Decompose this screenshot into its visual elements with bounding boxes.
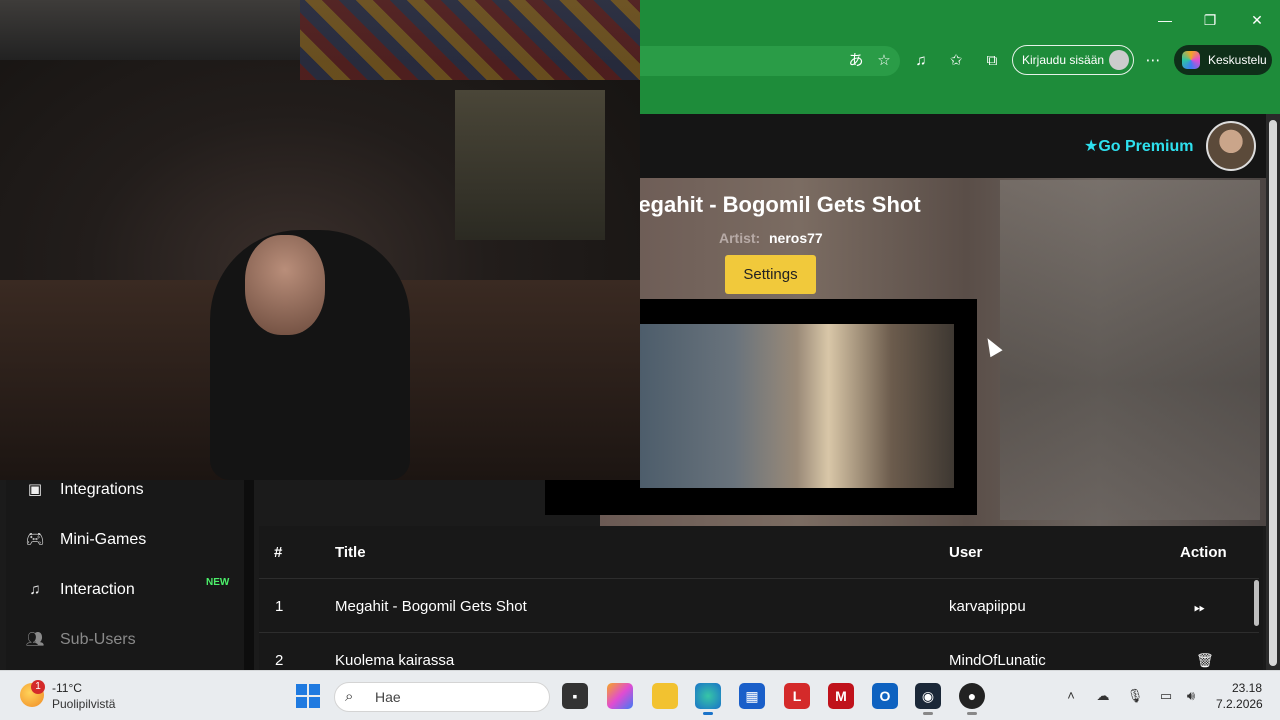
- steam-icon[interactable]: ◉: [915, 683, 941, 709]
- active-app-indicator: [703, 712, 713, 715]
- banner-background: [1000, 180, 1260, 520]
- row-user: MindOfLunatic: [949, 652, 1046, 669]
- taskbar: [0, 670, 1280, 720]
- column-header-action: Action: [1180, 544, 1227, 561]
- sidebar-item-label: Sub-Users: [60, 631, 136, 648]
- webcam-overlay: [0, 0, 640, 480]
- page-banner: [600, 82, 1280, 114]
- minimize-icon[interactable]: —: [1153, 8, 1177, 32]
- sidebar-item-sub-users[interactable]: 👥︎ Sub-Users: [24, 628, 136, 652]
- avatar[interactable]: [1206, 121, 1256, 171]
- webcam-window: [455, 90, 605, 240]
- row-title: Megahit - Bogomil Gets Shot: [335, 598, 527, 615]
- row-divider: [259, 578, 1259, 579]
- search-icon: ⌕: [345, 688, 354, 705]
- volume-icon[interactable]: 🔊︎: [1182, 687, 1200, 705]
- onedrive-icon[interactable]: ☁: [1094, 687, 1112, 705]
- favorite-star-icon[interactable]: ☆: [873, 50, 895, 72]
- artist-label: Artist:: [719, 230, 761, 246]
- song-title: Megahit - Bogomil Gets Shot: [620, 192, 921, 217]
- sidebar-divider: [244, 480, 254, 670]
- column-header-user: User: [949, 544, 983, 561]
- users-icon: 👥︎: [25, 631, 45, 648]
- sidebar-item-integrations[interactable]: ▣ Integrations: [24, 478, 144, 502]
- copilot-icon: [1182, 51, 1200, 69]
- clock-time[interactable]: 23.18: [1232, 681, 1262, 695]
- edge-browser-icon[interactable]: [695, 683, 721, 709]
- integrations-icon: ▣: [27, 481, 43, 498]
- mcafee-icon[interactable]: M: [828, 683, 854, 709]
- music-note-icon: ♫: [29, 581, 41, 598]
- read-aloud-icon[interactable]: あ: [845, 50, 867, 72]
- collections-icon[interactable]: ⧉: [981, 50, 1003, 72]
- webcam-tapestry: [300, 0, 640, 80]
- new-badge: NEW: [206, 577, 230, 588]
- weather-badge: 1: [31, 680, 45, 694]
- weather-description[interactable]: Puolipilvistä: [52, 697, 115, 711]
- row-user: karvapiippu: [949, 598, 1026, 615]
- video-thumbnail: [640, 324, 954, 488]
- page-scrollbar-thumb[interactable]: [1269, 120, 1277, 666]
- outlook-icon[interactable]: O: [872, 683, 898, 709]
- network-icon[interactable]: ▭: [1157, 687, 1175, 705]
- signin-label: Kirjaudu sisään: [1022, 53, 1105, 67]
- favorites-icon[interactable]: ✩: [945, 50, 967, 72]
- sidebar-item-mini-games[interactable]: 🎮︎ Mini-Games: [24, 528, 146, 552]
- gamepad-icon: 🎮︎: [25, 531, 45, 548]
- file-explorer-icon[interactable]: [652, 683, 678, 709]
- store-icon[interactable]: ▦: [739, 683, 765, 709]
- chevron-up-icon[interactable]: ˄: [1062, 687, 1080, 705]
- settings-button[interactable]: Settings: [725, 255, 816, 294]
- column-header-title: Title: [335, 544, 366, 561]
- task-view-icon[interactable]: ▪: [562, 683, 588, 709]
- lenovo-app-icon[interactable]: L: [784, 683, 810, 709]
- row-number: 1: [275, 598, 284, 615]
- copilot-button[interactable]: Keskustelu: [1174, 45, 1272, 75]
- running-app-indicator: [967, 712, 977, 715]
- close-icon[interactable]: ✕: [1245, 8, 1269, 32]
- profile-icon: [1109, 50, 1129, 70]
- taskbar-search-input[interactable]: ⌕ Hae: [334, 682, 550, 712]
- star-icon: ★: [1084, 138, 1099, 155]
- premium-label: Go Premium: [1098, 138, 1194, 155]
- copilot-label: Keskustelu: [1208, 53, 1267, 67]
- running-app-indicator: [923, 712, 933, 715]
- weather-temperature[interactable]: -11°C: [52, 681, 82, 695]
- row-title: Kuolema kairassa: [335, 652, 455, 669]
- clock-date[interactable]: 7.2.2026: [1216, 697, 1263, 711]
- webcam-person-head: [245, 235, 325, 335]
- trash-icon[interactable]: 🗑︎: [1196, 652, 1214, 669]
- search-placeholder: Hae: [375, 689, 401, 705]
- column-header-number: #: [274, 544, 283, 561]
- restore-icon[interactable]: ❐: [1198, 8, 1222, 32]
- media-icon[interactable]: ♫: [910, 50, 932, 72]
- more-icon[interactable]: ⋯: [1142, 50, 1164, 72]
- sidebar-item-label: Mini-Games: [60, 531, 147, 548]
- artist-name: neros77: [769, 230, 823, 246]
- sidebar-item-label: Integrations: [60, 481, 144, 498]
- microphone-icon[interactable]: 🎙︎: [1126, 687, 1144, 705]
- sidebar-item-label: Interaction: [60, 581, 135, 598]
- skip-icon[interactable]: ⏩︎: [1194, 599, 1205, 616]
- table-scrollbar[interactable]: [1254, 580, 1259, 626]
- copilot-app-icon[interactable]: [607, 683, 633, 709]
- signin-button[interactable]: Kirjaudu sisään: [1012, 45, 1134, 75]
- row-divider: [259, 632, 1259, 633]
- row-number: 2: [275, 652, 284, 669]
- start-button[interactable]: [296, 684, 320, 708]
- sidebar-item-interaction[interactable]: ♫ Interaction: [24, 578, 135, 602]
- obs-icon[interactable]: ●: [959, 683, 985, 709]
- go-premium-link[interactable]: ★Go Premium: [1084, 136, 1193, 156]
